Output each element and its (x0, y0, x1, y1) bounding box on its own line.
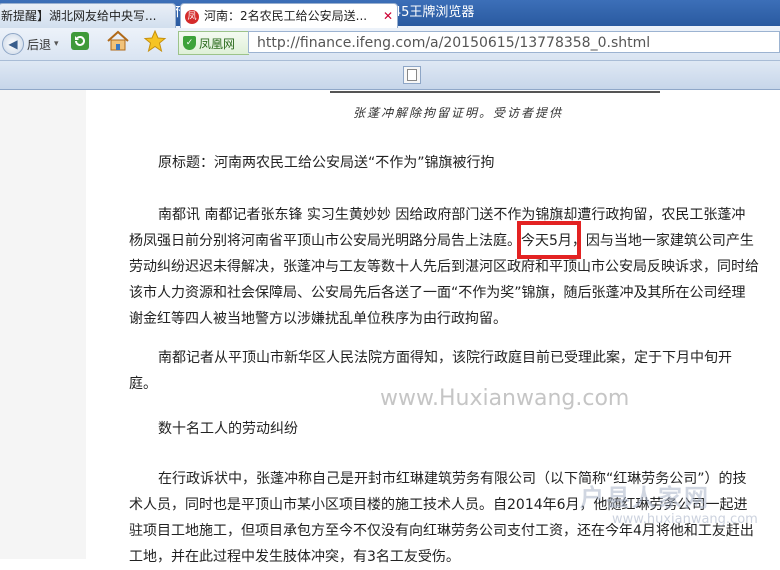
close-icon[interactable]: ✕ (383, 4, 393, 28)
tab-label: 新提醒】湖北网友给中央写... (1, 9, 157, 23)
tab-bar (0, 61, 780, 90)
site-badge[interactable]: ✓ 凤凰网 (178, 31, 249, 55)
refresh-button[interactable] (68, 30, 92, 52)
chevron-down-icon[interactable]: ▾ (54, 39, 59, 49)
tab-label: 河南：2名农民工给公安局送... (204, 9, 368, 23)
original-title: 原标题：河南两农民工给公安局送“不作为”锦旗被行拘 (158, 155, 495, 171)
site-badge-label: 凤凰网 (199, 36, 236, 51)
favorites-button[interactable] (143, 30, 167, 52)
shield-icon: ✓ (183, 36, 196, 50)
site-logo-url: www.huxianwang.com (612, 512, 758, 527)
photo-bottom-edge (330, 91, 660, 93)
back-button[interactable]: ◀ 后退 ▾ (2, 32, 59, 56)
photo-caption: 张蓬冲解除拘留证明。受访者提供 (353, 106, 564, 120)
tab-active[interactable]: 凤河南：2名农民工给公安局送... ✕ (180, 3, 398, 28)
ifeng-favicon-icon: 凤 (185, 9, 199, 24)
back-arrow-icon: ◀ (2, 33, 24, 55)
section-heading: 数十名工人的劳动纠纷 (158, 421, 298, 437)
article-paragraph: 南都讯 南都记者张东锋 实习生黄妙妙 因给政府部门送不作为锦旗却遭行政拘留，农民… (129, 207, 759, 327)
address-bar[interactable]: http://finance.ifeng.com/a/20150615/1377… (248, 31, 780, 53)
back-button-label: 后退 (27, 37, 52, 52)
tab-inactive[interactable]: 新提醒】湖北网友给中央写... (0, 3, 176, 28)
left-margin (0, 90, 86, 559)
red-highlight-box (517, 221, 581, 259)
star-icon (143, 30, 167, 52)
new-tab-button[interactable] (403, 66, 421, 84)
site-logo-watermark: 户县人家网 (580, 484, 710, 512)
refresh-icon (71, 32, 89, 50)
home-button[interactable] (106, 30, 130, 52)
watermark: www.Huxianwang.com (380, 386, 630, 411)
home-icon (107, 30, 129, 51)
